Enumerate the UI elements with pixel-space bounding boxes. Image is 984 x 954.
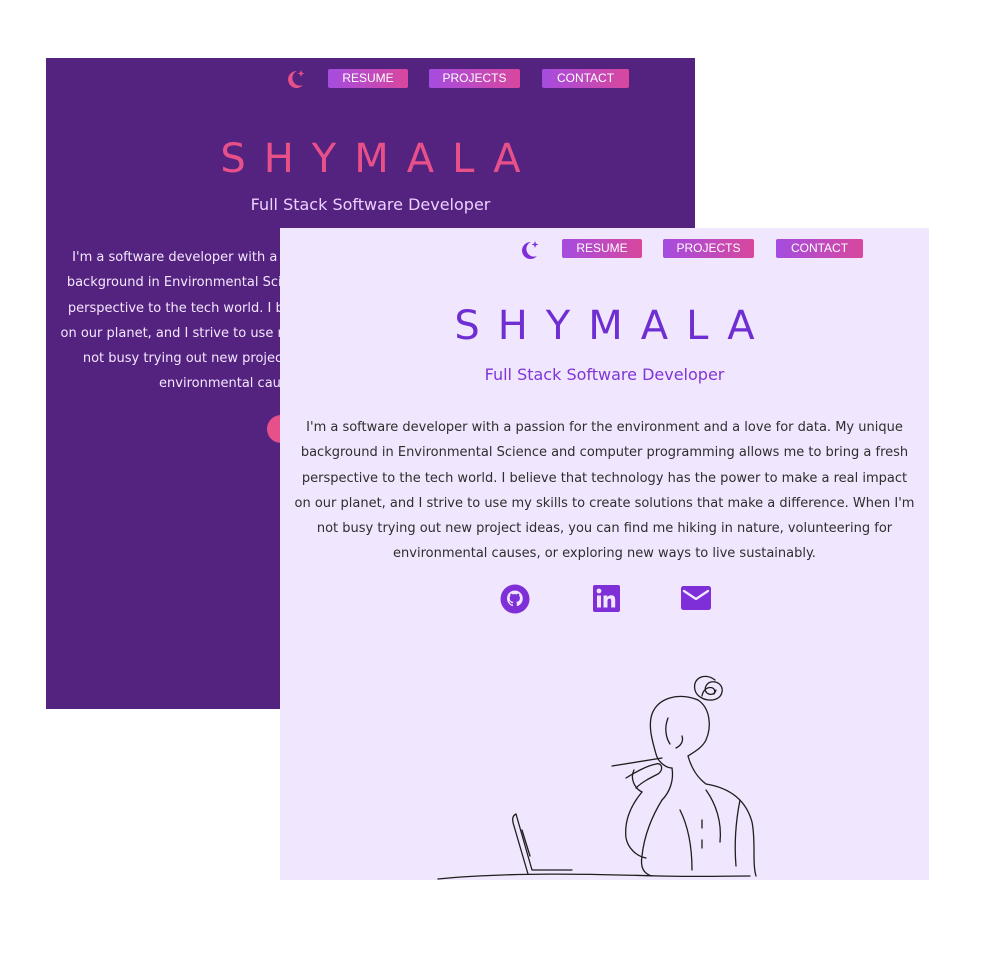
theme-toggle-moon-icon[interactable] — [283, 67, 307, 95]
page-title: SHYMALA — [454, 303, 773, 349]
linkedin-icon — [593, 585, 620, 612]
main-nav: RESUME PROJECTS CONTACT — [328, 69, 629, 88]
page-title: SHYMALA — [220, 136, 539, 182]
github-link[interactable] — [499, 583, 531, 615]
contact-button[interactable]: CONTACT — [776, 239, 863, 258]
contact-button[interactable]: CONTACT — [542, 69, 629, 88]
bio-text: I'm a software developer with a passion … — [294, 420, 915, 562]
linkedin-link[interactable] — [593, 585, 620, 612]
light-theme-screenshot: RESUME PROJECTS CONTACT SHYMALA Full Sta… — [280, 228, 929, 880]
woman-at-laptop-line-illustration — [437, 675, 757, 880]
page-subtitle: Full Stack Software Developer — [484, 365, 725, 384]
projects-button[interactable]: PROJECTS — [429, 69, 520, 88]
main-nav: RESUME PROJECTS CONTACT — [562, 239, 863, 258]
github-icon — [500, 584, 530, 614]
email-icon — [681, 586, 711, 610]
page-subtitle: Full Stack Software Developer — [250, 195, 491, 214]
projects-button[interactable]: PROJECTS — [663, 239, 754, 258]
email-link[interactable] — [681, 586, 711, 610]
resume-button[interactable]: RESUME — [328, 69, 408, 88]
resume-button[interactable]: RESUME — [562, 239, 642, 258]
theme-toggle-moon-icon[interactable] — [517, 238, 541, 266]
